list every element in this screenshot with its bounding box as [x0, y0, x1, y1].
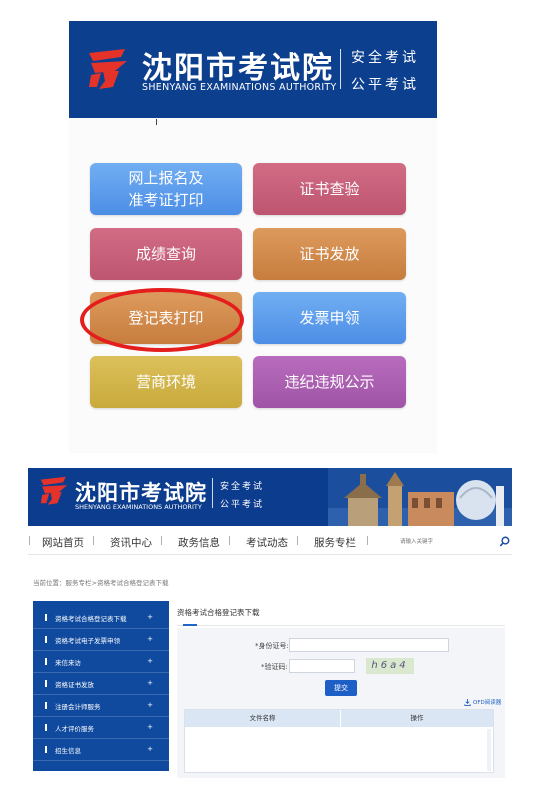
site-slogan-safe: 安全考试 [220, 482, 265, 492]
sidebar-bullet [45, 746, 47, 753]
site-header: 沈阳市考试院 SHENYANG EXAMINATIONS AUTHORITY 安… [28, 468, 512, 526]
sidebar-item-label: 资格证书发放 [55, 680, 94, 689]
search-icon[interactable] [499, 536, 510, 547]
plus-icon: + [147, 679, 153, 687]
captcha-input[interactable] [289, 659, 355, 673]
sidebar-item-label: 人才评价服务 [55, 724, 94, 733]
sidebar-item-label: 来信来访 [55, 658, 81, 667]
cursor-mark [156, 119, 157, 125]
sidebar-bullet [45, 702, 47, 709]
table-header-filename: 文件名称 [185, 710, 341, 727]
ofd-reader-link[interactable]: OFD阅读器 [473, 698, 501, 706]
table-header-action: 操作 [341, 710, 493, 727]
logo-divider [340, 49, 341, 89]
tile-violation-publicity[interactable]: 违纪违规公示 [253, 356, 406, 408]
tile-label: 发票申领 [299, 309, 360, 327]
download-icon[interactable] [464, 699, 471, 706]
nav-separator: | [160, 536, 164, 546]
logo-title: 沈阳市考试院 [142, 51, 334, 86]
tile-certificate-verification[interactable]: 证书查验 [253, 163, 406, 215]
sidebar-item-invoice[interactable]: 资格考试电子发票申领 + [33, 629, 169, 651]
nav-separator: | [296, 536, 300, 546]
site-slogan-fair: 公平考试 [220, 500, 265, 510]
nav-item-news[interactable]: 资讯中心 [110, 535, 152, 550]
sidebar-bullet [45, 636, 47, 643]
page-title: 资格考试合格登记表下载 [177, 608, 260, 617]
plus-icon: + [147, 657, 153, 665]
breadcrumb: 当前位置：服务专栏>资格考试合格登记表下载 [33, 579, 169, 587]
sidebar-bullet [45, 614, 47, 621]
logo-subtitle: SHENYANG EXAMINATIONS AUTHORITY [142, 82, 337, 93]
sidebar-bullet [45, 658, 47, 665]
sidebar-bullet [45, 680, 47, 687]
plus-icon: + [147, 635, 153, 643]
sidebar-item-certificate-issuance[interactable]: 资格证书发放 + [33, 673, 169, 695]
highlight-ellipse [80, 288, 244, 352]
file-table: 文件名称 操作 [184, 709, 494, 773]
plus-icon: + [147, 745, 153, 753]
nav-separator: | [92, 536, 96, 546]
title-divider [177, 625, 505, 626]
logo-slogan-fair: 公平考试 [351, 77, 419, 93]
sidebar-item-label: 注册会计师服务 [55, 702, 101, 711]
plus-icon: + [147, 701, 153, 709]
sidebar-item-letters-visits[interactable]: 来信来访 + [33, 651, 169, 673]
nav-item-exam-news[interactable]: 考试动态 [246, 535, 288, 550]
tile-label-line2: 准考证打印 [128, 191, 204, 209]
sidebar: 资格考试合格登记表下载 + 资格考试电子发票申领 + 来信来访 + 资格证书发放 + 注… [33, 601, 169, 771]
logo-slogan-safe: 安全考试 [351, 50, 419, 66]
tile-certificate-issuance[interactable]: 证书发放 [253, 228, 406, 280]
sidebar-item-registration-download[interactable]: 资格考试合格登记表下载 + [33, 607, 169, 629]
sidebar-item-label: 资格考试电子发票申领 [55, 636, 120, 645]
search-box [396, 535, 514, 548]
tile-label: 网上报名及 [128, 169, 204, 187]
title-underline [183, 624, 197, 626]
submit-button[interactable]: 提交 [325, 680, 357, 696]
sidebar-bullet [45, 724, 47, 731]
tile-invoice-application[interactable]: 发票申领 [253, 292, 406, 344]
exam-authority-logo-icon [85, 45, 131, 91]
tile-label: 营商环境 [135, 373, 196, 391]
table-scrollbar[interactable] [487, 729, 491, 771]
tile-online-registration[interactable]: 网上报名及准考证打印 [90, 163, 242, 215]
sidebar-item-cpa-services[interactable]: 注册会计师服务 + [33, 695, 169, 717]
sidebar-item-label: 招生信息 [55, 746, 81, 755]
nav-item-services[interactable]: 服务专栏 [314, 535, 356, 550]
site-divider [212, 478, 213, 508]
site-logo-icon [40, 476, 68, 505]
nav-item-home[interactable]: 网站首页 [42, 535, 84, 550]
nav-separator: | [366, 536, 370, 546]
captcha-image[interactable]: h6a4 [366, 658, 414, 674]
tile-label: 证书发放 [299, 245, 360, 263]
id-number-input[interactable] [289, 638, 449, 652]
plus-icon: + [147, 723, 153, 731]
nav-item-government[interactable]: 政务信息 [178, 535, 220, 550]
sidebar-item-label: 资格考试合格登记表下载 [55, 614, 127, 623]
skyline-illustration [328, 468, 512, 526]
plus-icon: + [147, 613, 153, 621]
tile-business-environment[interactable]: 营商环境 [90, 356, 242, 408]
tile-label: 证书查验 [299, 180, 360, 198]
site-subtitle: SHENYANG EXAMINATIONS AUTHORITY [75, 503, 202, 511]
sidebar-item-enrollment[interactable]: 招生信息 + [33, 739, 169, 761]
nav-separator: | [228, 536, 232, 546]
tile-label: 成绩查询 [135, 245, 196, 263]
search-input[interactable] [396, 535, 498, 548]
tile-score-query[interactable]: 成绩查询 [90, 228, 242, 280]
id-number-label: *身份证号: [255, 642, 289, 650]
logo-banner: 沈阳市考试院 SHENYANG EXAMINATIONS AUTHORITY 安… [69, 21, 437, 118]
sidebar-item-talent-evaluation[interactable]: 人才评价服务 + [33, 717, 169, 739]
tile-label: 违纪违规公示 [284, 373, 375, 391]
nav-separator: | [28, 536, 32, 546]
captcha-label: *验证码: [261, 663, 288, 671]
